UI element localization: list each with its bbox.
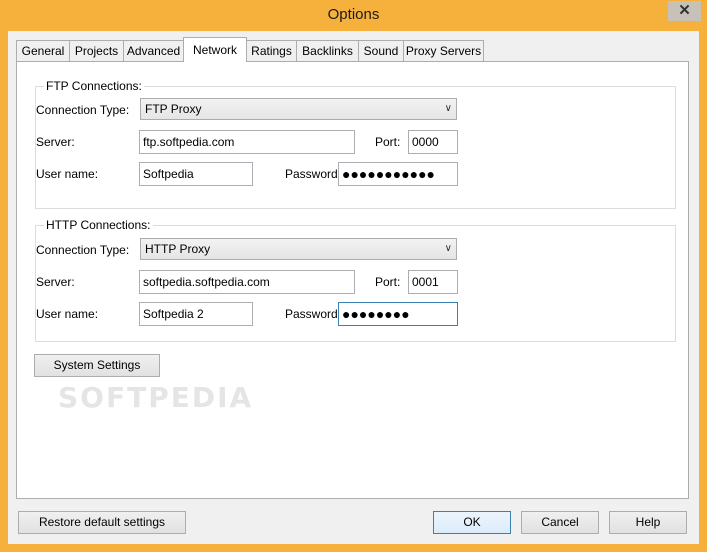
http-connection-type-label: Connection Type:: [36, 243, 130, 257]
http-group-legend: HTTP Connections:: [44, 218, 153, 232]
ftp-group-legend: FTP Connections:: [44, 79, 144, 93]
tab-ratings[interactable]: Ratings: [246, 40, 297, 61]
window-title: Options: [327, 6, 380, 23]
system-settings-button[interactable]: System Settings: [34, 354, 160, 377]
http-user-name-label: User name:: [36, 307, 99, 321]
ok-button[interactable]: OK: [433, 511, 511, 534]
http-server-label: Server:: [36, 275, 75, 289]
tab-proxy-servers[interactable]: Proxy Servers: [403, 40, 484, 61]
help-button[interactable]: Help: [609, 511, 687, 534]
http-user-name-field[interactable]: Softpedia 2: [139, 302, 253, 326]
tab-network[interactable]: Network: [183, 37, 247, 62]
ftp-server-label: Server:: [36, 135, 75, 149]
dialog-body: General Projects Advanced Network Rating…: [8, 31, 699, 544]
cancel-button[interactable]: Cancel: [521, 511, 599, 534]
ftp-user-name-label: User name:: [36, 167, 99, 181]
ftp-port-label: Port:: [375, 135, 401, 149]
http-password-field[interactable]: ●●●●●●●●: [338, 302, 458, 326]
http-connections-group: HTTP Connections: Connection Type: HTTP …: [35, 218, 676, 342]
softpedia-watermark: SOFTPEDIA: [58, 381, 254, 414]
ftp-connection-type-value: FTP Proxy: [145, 102, 202, 116]
chevron-down-icon: ∨: [444, 243, 452, 254]
http-port-field[interactable]: 0001: [408, 270, 458, 294]
close-icon[interactable]: ✕: [668, 1, 701, 21]
tab-projects[interactable]: Projects: [69, 40, 124, 61]
tab-advanced[interactable]: Advanced: [123, 40, 184, 61]
ftp-password-label: Password:: [285, 167, 342, 181]
ftp-port-field[interactable]: 0000: [408, 130, 458, 154]
ftp-connection-type-label: Connection Type:: [36, 103, 130, 117]
http-connection-type-value: HTTP Proxy: [145, 242, 211, 256]
tab-backlinks[interactable]: Backlinks: [296, 40, 359, 61]
chevron-down-icon: ∨: [444, 103, 452, 114]
ftp-connection-type-select[interactable]: FTP Proxy ∨: [140, 98, 457, 120]
http-server-field[interactable]: softpedia.softpedia.com: [139, 270, 355, 294]
ftp-server-field[interactable]: ftp.softpedia.com: [139, 130, 355, 154]
http-connection-type-select[interactable]: HTTP Proxy ∨: [140, 238, 457, 260]
http-port-label: Port:: [375, 275, 401, 289]
ftp-user-name-field[interactable]: Softpedia: [139, 162, 253, 186]
options-window: Options ✕ General Projects Advanced Netw…: [0, 0, 707, 552]
tab-general[interactable]: General: [16, 40, 70, 61]
title-bar[interactable]: Options ✕: [0, 0, 707, 31]
http-password-label: Password:: [285, 307, 342, 321]
tab-sound[interactable]: Sound: [358, 40, 404, 61]
ftp-password-field[interactable]: ●●●●●●●●●●●: [338, 162, 458, 186]
ftp-connections-group: FTP Connections: Connection Type: FTP Pr…: [35, 79, 676, 209]
network-panel: FTP Connections: Connection Type: FTP Pr…: [16, 61, 689, 499]
restore-defaults-button[interactable]: Restore default settings: [18, 511, 186, 534]
